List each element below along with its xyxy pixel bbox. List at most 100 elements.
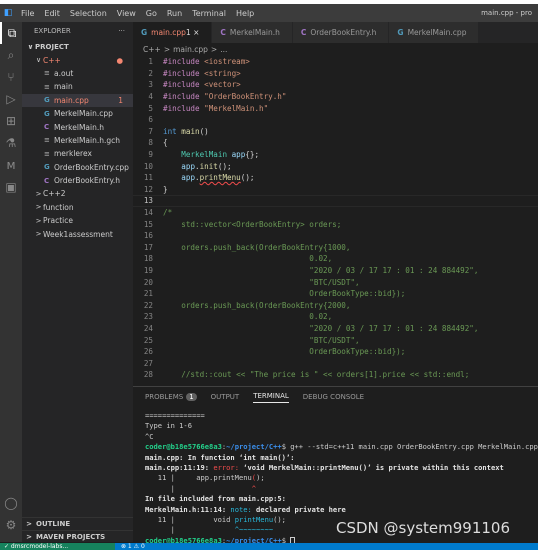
- terminal-text: note:: [230, 504, 257, 514]
- more-actions-icon[interactable]: ···: [118, 27, 133, 35]
- menu-selection[interactable]: Selection: [65, 9, 112, 18]
- menu-go[interactable]: Go: [141, 9, 162, 18]
- chevron-right-icon: >: [26, 533, 32, 541]
- window-title: main.cpp - pro: [481, 9, 532, 17]
- terminal-line: coder@b18e5766e8a3:~/project/C++$ g++ --…: [145, 442, 538, 452]
- code-token: #include: [163, 80, 205, 90]
- settings-gear-icon[interactable]: ⚙: [0, 514, 22, 536]
- terminal-text: In function ‘: [183, 452, 244, 462]
- close-icon[interactable]: 1 ×: [186, 28, 199, 37]
- project-folder[interactable]: ∨ PROJECT: [22, 40, 133, 53]
- menu-help[interactable]: Help: [231, 9, 259, 18]
- testing-icon[interactable]: ⚗: [0, 132, 22, 154]
- problems-count-badge: 1: [186, 393, 197, 401]
- panel-tab-terminal[interactable]: TERMINAL: [253, 392, 289, 403]
- tree-item[interactable]: > function: [22, 201, 133, 214]
- terminal-text: ();: [273, 514, 286, 524]
- files-icon[interactable]: ⧉: [0, 22, 22, 44]
- tree-item-label: OrderBookEntry.h: [54, 176, 121, 186]
- remote-indicator[interactable]: ✓ dmsrcmodel-labs...: [0, 543, 115, 550]
- tree-item[interactable]: ≡ merklerex: [22, 147, 133, 160]
- tab-merkelmain-h[interactable]: C MerkelMain.h: [212, 22, 293, 43]
- terminal-text: 11 | void: [145, 514, 235, 524]
- code-line: 11 app. printMenu ();: [133, 172, 538, 184]
- tree-item[interactable]: ∨ C++ ●: [22, 53, 133, 66]
- source-control-icon[interactable]: ⑂: [0, 66, 22, 88]
- problems-status[interactable]: ⊗ 1 ⚠ 0: [115, 543, 145, 550]
- tree-item[interactable]: ≡ a.out: [22, 67, 133, 80]
- tree-item[interactable]: G OrderBookEntry.cpp: [22, 161, 133, 174]
- code-token: app: [181, 161, 196, 171]
- run-debug-icon[interactable]: ▷: [0, 88, 22, 110]
- tab-orderbookentry-h[interactable]: C OrderBookEntry.h: [292, 22, 390, 43]
- chevron-down-icon: ∨: [27, 42, 34, 51]
- tree-item-label: a.out: [54, 68, 74, 78]
- tree-item[interactable]: > Practice: [22, 214, 133, 227]
- tree-item[interactable]: C OrderBookEntry.h: [22, 174, 133, 187]
- tree-item[interactable]: Gmain.cpp 1: [22, 93, 133, 107]
- tree-item-label: main.cpp: [54, 95, 89, 105]
- account-icon[interactable]: ◯: [0, 492, 22, 514]
- menu-edit[interactable]: Edit: [39, 9, 65, 18]
- tab-merkelmain-cpp[interactable]: G MerkelMain.cpp: [389, 22, 480, 43]
- maven-projects-section[interactable]: > MAVEN PROJECTS: [22, 530, 133, 543]
- chevron-right-icon: >: [210, 45, 218, 54]
- line-number: 27: [143, 358, 153, 368]
- watermark: CSDN @system991106: [336, 519, 511, 537]
- activity-bar: ⧉ ⌕ ⑂ ▷ ⊞ ⚗ м ▣ ◯ ⚙: [0, 22, 22, 542]
- tab-main-cpp[interactable]: Gmain.cpp 1 ×: [133, 22, 213, 43]
- terminal-text: ^C: [145, 431, 154, 441]
- breadcrumb-item: ...: [220, 45, 228, 54]
- code-line: 18 0.02,: [133, 253, 538, 265]
- panel-tab-debug-console[interactable]: DEBUG CONSOLE: [303, 393, 364, 401]
- panel-tab-problems[interactable]: PROBLEMS 1: [145, 393, 197, 401]
- code-token: OrderBookType::bid});: [163, 289, 406, 299]
- tab-label: OrderBookEntry.h: [310, 28, 377, 37]
- code-line: 20 "BTC/USDT",: [133, 276, 538, 288]
- code-line: 23 0.02,: [133, 311, 538, 323]
- tree-item[interactable]: ≡ main: [22, 80, 133, 93]
- tree-item-label: main: [54, 82, 73, 92]
- code-line: 26 OrderBookType::bid});: [133, 346, 538, 358]
- terminal-line: main.cpp: In function ‘int main()’:: [145, 453, 538, 463]
- menu-view[interactable]: View: [112, 9, 141, 18]
- terminal-line: ^C: [145, 432, 538, 442]
- line-number: 24: [143, 323, 153, 333]
- line-number: 8: [148, 138, 153, 148]
- code-line: 5 #include "MerkelMain.h": [133, 102, 538, 114]
- tree-item[interactable]: C MerkelMain.h: [22, 120, 133, 133]
- code-token: main: [181, 126, 200, 136]
- chevron-right-icon: >: [35, 189, 42, 198]
- menu-run[interactable]: Run: [162, 9, 187, 18]
- terminal-text: ‘void MerkelMain::printMenu()’ is privat…: [243, 462, 504, 472]
- terminal-text: main.cpp:: [145, 452, 184, 462]
- code-token: "2020 / 03 / 17 17 : 01 : 24 884492",: [163, 265, 479, 275]
- file-icon: ≡: [44, 82, 50, 91]
- line-number: 12: [143, 184, 153, 194]
- line-number: 26: [143, 347, 153, 357]
- tree-item[interactable]: ≡ MerkelMain.h.gch: [22, 134, 133, 147]
- chevron-right-icon: >: [26, 520, 32, 528]
- tree-item[interactable]: > Week1assessment: [22, 227, 133, 240]
- breadcrumb: C++ > main.cpp >...: [133, 43, 227, 56]
- remote-explorer-icon[interactable]: ▣: [0, 176, 22, 198]
- file-icon: G: [44, 96, 50, 105]
- code-line: 10 app. init ();: [133, 160, 538, 172]
- file-icon: G: [141, 28, 148, 37]
- menu-file[interactable]: File: [16, 9, 39, 18]
- tree-item-label: function: [43, 202, 74, 212]
- tree-item[interactable]: G MerkelMain.cpp: [22, 107, 133, 120]
- extensions-icon[interactable]: ⊞: [0, 110, 22, 132]
- line-number: 9: [148, 150, 153, 160]
- explorer-title: EXPLORER: [34, 27, 71, 35]
- code-token: printMenu: [199, 173, 241, 183]
- line-number: 2: [148, 68, 153, 78]
- panel-tab-output[interactable]: OUTPUT: [211, 393, 240, 401]
- maven-icon[interactable]: м: [0, 154, 22, 176]
- terminal-line: ==============: [145, 411, 538, 421]
- menu-terminal[interactable]: Terminal: [187, 9, 231, 18]
- code-editor[interactable]: 1 #include <iostream> 2 #include <string> 3 #…: [133, 56, 538, 381]
- tree-item[interactable]: > C++2: [22, 187, 133, 200]
- outline-section[interactable]: > OUTLINE: [22, 517, 133, 530]
- search-icon[interactable]: ⌕: [0, 44, 22, 66]
